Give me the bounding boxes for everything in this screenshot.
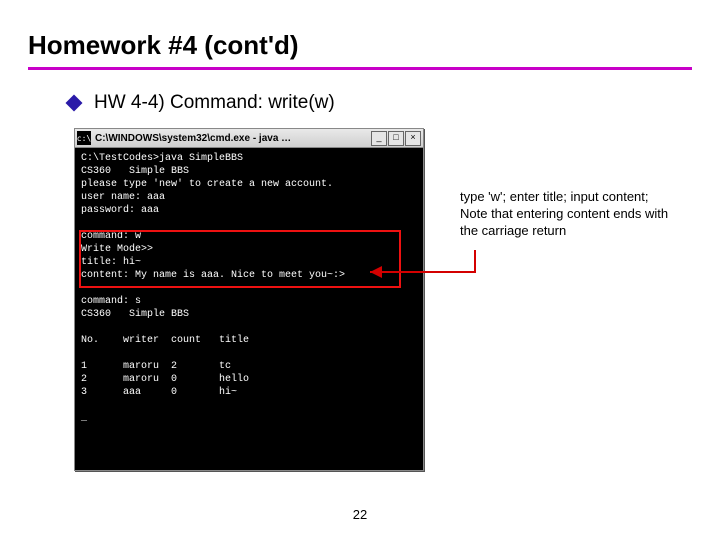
minimize-button[interactable]: _ (371, 131, 387, 146)
close-button[interactable]: × (405, 131, 421, 146)
window-title: C:\WINDOWS\system32\cmd.exe - java … (91, 133, 370, 144)
title-rule (28, 67, 692, 70)
window-icon: c:\ (77, 131, 91, 145)
page-title: Homework #4 (cont'd) (28, 30, 692, 61)
annotation-note: type 'w'; enter title; input content; No… (460, 188, 668, 239)
window-icon-glyph: c:\ (77, 134, 91, 143)
bullet-text: HW 4-4) Command: write(w) (94, 92, 335, 114)
note-line: Note that entering content ends with (460, 205, 668, 222)
diamond-bullet-icon (66, 95, 83, 112)
terminal-body: C:\TestCodes>java SimpleBBS CS360 Simple… (75, 148, 423, 470)
titlebar: c:\ C:\WINDOWS\system32\cmd.exe - java …… (75, 129, 423, 148)
terminal-window: c:\ C:\WINDOWS\system32\cmd.exe - java …… (74, 128, 424, 471)
slide: Homework #4 (cont'd) HW 4-4) Command: wr… (0, 0, 720, 540)
content-row: c:\ C:\WINDOWS\system32\cmd.exe - java …… (74, 128, 692, 471)
maximize-button[interactable]: □ (388, 131, 404, 146)
page-number: 22 (0, 507, 720, 522)
terminal-text: C:\TestCodes>java SimpleBBS CS360 Simple… (81, 152, 417, 425)
note-line: type 'w'; enter title; input content; (460, 188, 668, 205)
note-line: the carriage return (460, 222, 668, 239)
bullet-row: HW 4-4) Command: write(w) (68, 92, 692, 114)
window-buttons: _ □ × (370, 131, 421, 146)
